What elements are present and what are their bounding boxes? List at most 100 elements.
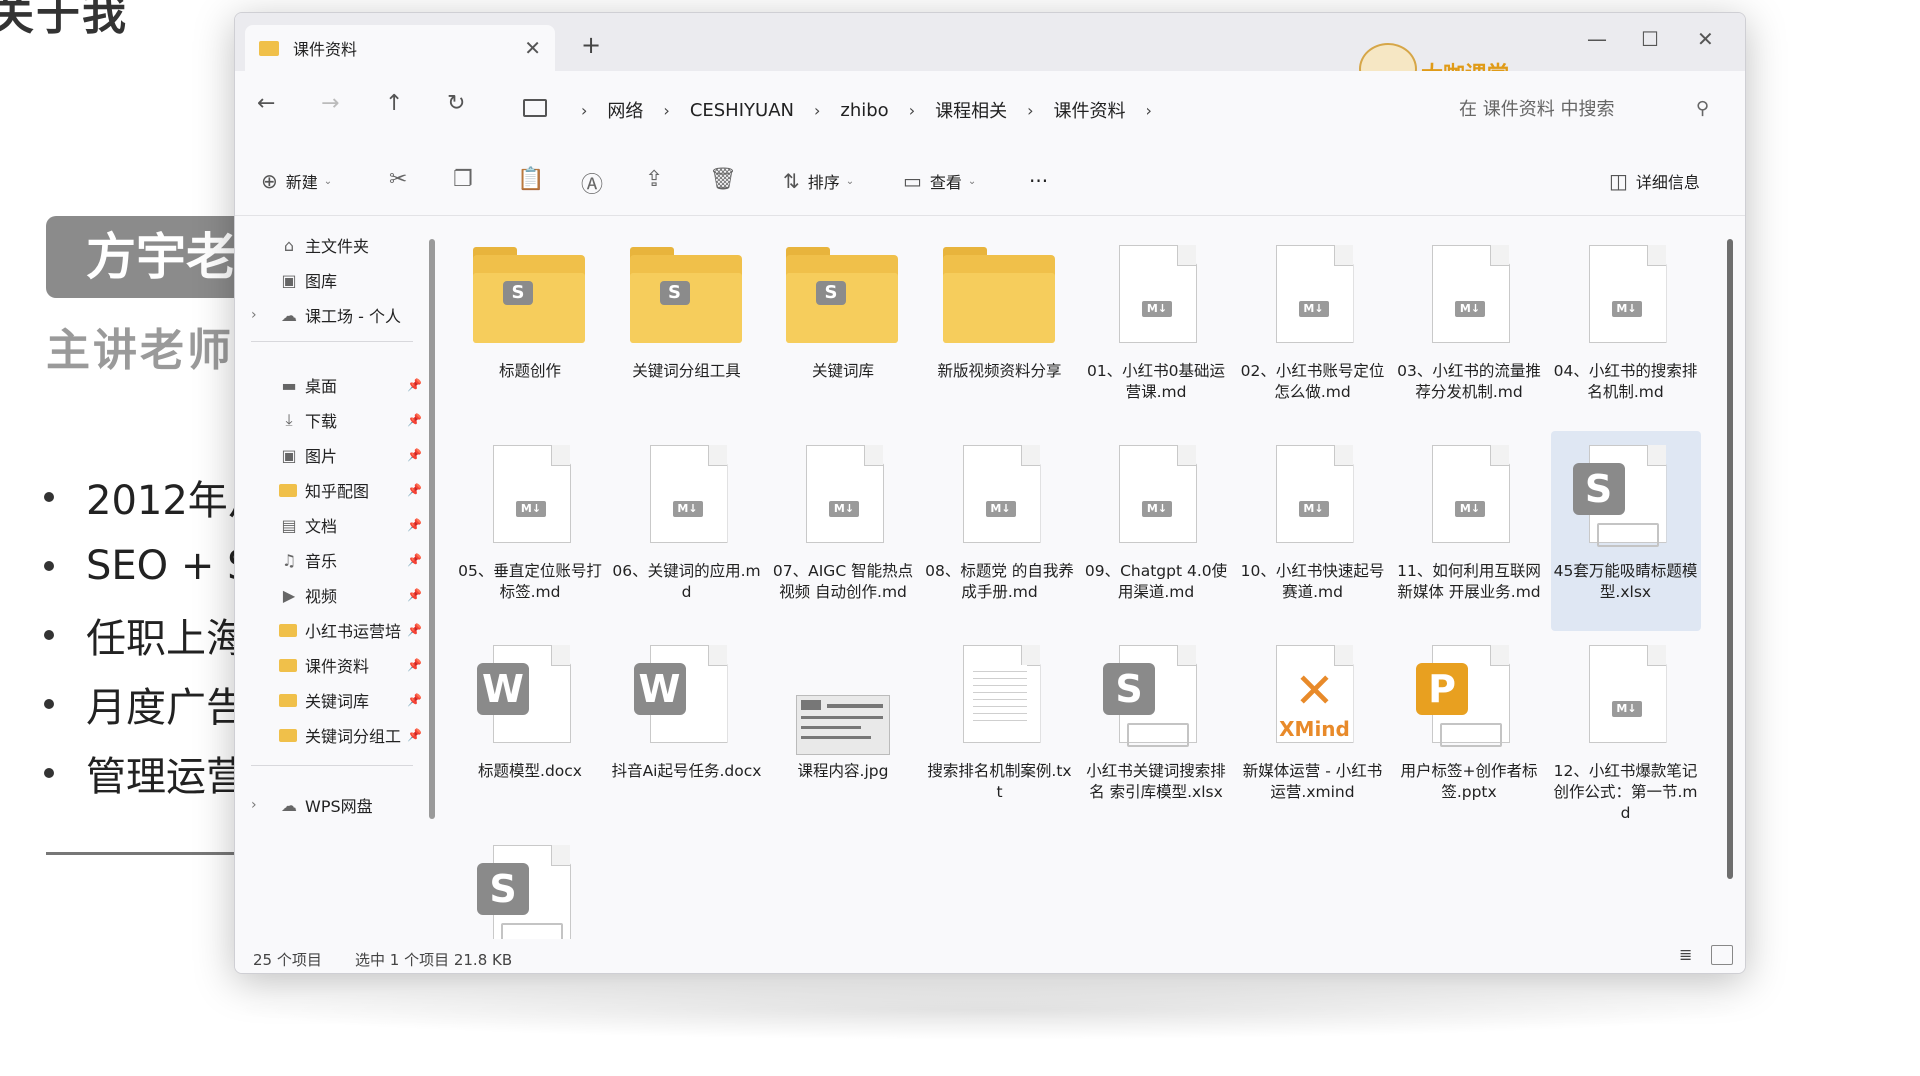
new-button[interactable]: ⊕ 新建 ⌄ [261, 169, 332, 193]
text-lines [972, 665, 1027, 725]
md-badge: M↓ [1142, 501, 1172, 517]
sidebar-item-wps-drive[interactable]: › ☁ WPS网盘 [251, 793, 429, 817]
file-item[interactable]: M↓ 10、小红书快速起号赛道.md [1238, 431, 1388, 631]
markdown-file-icon: M↓ [1569, 245, 1681, 355]
file-item[interactable]: ✕ XMind 新媒体运营 - 小红书运营.xmind [1238, 631, 1388, 831]
file-item[interactable]: M↓ 06、关键词的应用.md [612, 431, 762, 631]
file-item[interactable]: S 小红书关键词搜索排名 索引库模型.xlsx [1081, 631, 1231, 831]
address-row: ← → ↑ ↻ › 网络 › CESHIYUAN › zhibo › 课程相关 … [235, 71, 1745, 147]
details-pane-icon: ◫ [1609, 169, 1628, 193]
pin-icon: 📌 [407, 553, 422, 567]
breadcrumb-item[interactable]: 网络 [607, 97, 643, 123]
file-item[interactable]: 新版视频资料分享 [925, 231, 1075, 431]
breadcrumb-item[interactable]: 课件资料 [1054, 97, 1126, 123]
copy-icon[interactable]: ❐ [453, 167, 473, 192]
sidebar-item-pictures[interactable]: ▣ 图片 📌 [279, 443, 429, 467]
file-item[interactable]: 课程内容.jpg [768, 631, 918, 831]
rename-icon[interactable]: Ⓐ [581, 167, 603, 199]
new-tab-button[interactable]: + [581, 31, 601, 59]
refresh-button[interactable]: ↻ [447, 91, 465, 116]
sidebar-item-videos[interactable]: ▶ 视频 📌 [279, 583, 429, 607]
markdown-file-icon: M↓ [1099, 245, 1211, 355]
paste-icon[interactable]: 📋 [517, 167, 544, 192]
back-button[interactable]: ← [257, 91, 275, 116]
view-button[interactable]: ▭ 查看 ⌄ [903, 169, 976, 193]
tab-current-folder[interactable]: 课件资料 ✕ [245, 25, 555, 71]
file-item[interactable]: M↓ 09、Chatgpt 4.0使用渠道.md [1081, 431, 1231, 631]
delete-icon[interactable]: 🗑 [709, 167, 737, 192]
tab-label: 课件资料 [293, 40, 358, 59]
content-scrollbar[interactable] [1727, 239, 1733, 879]
file-item[interactable]: M↓ 05、垂直定位账号打标签.md [455, 431, 605, 631]
sidebar-item-folder[interactable]: 关键词库 📌 [279, 688, 429, 712]
breadcrumb-item[interactable]: zhibo [840, 100, 888, 121]
file-item[interactable]: W 标题模型.docx [455, 631, 605, 831]
md-badge: M↓ [829, 501, 859, 517]
file-item[interactable]: S 45套万能吸睛标题模型.xlsx [1550, 431, 1701, 631]
sidebar-item-folder[interactable]: 小红书运营培 📌 [279, 618, 429, 642]
file-item[interactable]: S 标题创作 [455, 231, 605, 431]
sidebar-item-documents[interactable]: ▤ 文档 📌 [279, 513, 429, 537]
breadcrumb-item[interactable]: CESHIYUAN [690, 100, 794, 121]
plus-circle-icon: ⊕ [261, 169, 278, 193]
view-icon: ▭ [903, 169, 922, 193]
presentation-file-icon: P [1412, 645, 1524, 755]
window-shadow [220, 980, 1760, 1040]
sheet-grid [1127, 723, 1189, 747]
sidebar-item-folder[interactable]: 关键词分组工 📌 [279, 723, 429, 747]
file-name: 关键词库 [811, 362, 874, 380]
breadcrumb-item[interactable]: 课程相关 [935, 97, 1007, 123]
file-item[interactable]: M↓ 04、小红书的搜索排名机制.md [1551, 231, 1701, 431]
sidebar-item-downloads[interactable]: ⤓ 下载 📌 [279, 408, 429, 432]
file-item[interactable]: W 抖音Ai起号任务.docx [612, 631, 762, 831]
close-tab-icon[interactable]: ✕ [524, 36, 541, 60]
file-item[interactable]: 搜索排名机制案例.txt [925, 631, 1075, 831]
page-fold [707, 645, 727, 666]
file-item[interactable]: M↓ 07、AIGC 智能热点视频 自动创作.md [768, 431, 918, 631]
up-button[interactable]: ↑ [385, 91, 403, 116]
desktop-icon: ▬ [281, 375, 297, 395]
file-item[interactable]: M↓ 03、小红书的流量推荐分发机制.md [1394, 231, 1544, 431]
sidebar-item-music[interactable]: ♫ 音乐 📌 [279, 548, 429, 572]
file-name: 新媒体运营 - 小红书运营.xmind [1242, 762, 1383, 801]
file-item[interactable]: M↓ 01、小红书0基础运营课.md [1081, 231, 1231, 431]
file-item[interactable]: M↓ 11、如何利用互联网新媒体 开展业务.md [1394, 431, 1544, 631]
page-fold [551, 645, 570, 666]
details-label: 详细信息 [1635, 173, 1700, 192]
file-item[interactable]: S [455, 831, 605, 939]
search-placeholder: 在 课件资料 中搜索 [1459, 99, 1615, 120]
sidebar-item-folder[interactable]: 课件资料 📌 [279, 653, 429, 677]
sidebar-item-cloud[interactable]: › ☁ 课工场 - 个人 [251, 303, 429, 327]
computer-icon[interactable] [523, 99, 547, 117]
cut-icon[interactable]: ✂ [389, 167, 407, 192]
file-item[interactable]: M↓ 08、标题党 的自我养成手册.md [925, 431, 1075, 631]
sort-button[interactable]: ⇅ 排序 ⌄ [783, 169, 854, 193]
maximize-button[interactable]: ☐ [1641, 27, 1659, 51]
details-view-icon[interactable]: ≣ [1679, 945, 1699, 964]
file-item[interactable]: M↓ 02、小红书账号定位怎么做.md [1238, 231, 1388, 431]
pin-icon: 📌 [407, 448, 422, 462]
large-icons-view-icon[interactable] [1711, 945, 1733, 965]
file-item[interactable]: S 关键词分组工具 [612, 231, 762, 431]
folder-icon [279, 693, 297, 707]
sidebar-item-home[interactable]: ⌂ 主文件夹 [279, 233, 429, 257]
sidebar-item-folder[interactable]: 知乎配图 📌 [279, 478, 429, 502]
share-icon[interactable]: ⇪ [645, 167, 663, 192]
minimize-button[interactable]: — [1587, 27, 1607, 51]
close-window-button[interactable]: ✕ [1697, 27, 1714, 51]
file-item[interactable]: S 关键词库 [768, 231, 918, 431]
details-pane-button[interactable]: ◫ 详细信息 [1609, 169, 1700, 193]
more-options-button[interactable]: ··· [1029, 169, 1048, 193]
expand-chevron-icon[interactable]: › [251, 797, 257, 813]
sort-icon: ⇅ [783, 169, 800, 193]
file-item[interactable]: P 用户标签+创作者标签.pptx [1394, 631, 1544, 831]
navigation-pane: ⌂ 主文件夹 ▣ 图库 › ☁ 课工场 - 个人 ▬ 桌面 📌 ⤓ 下载 📌 ▣ 图片 📌 知乎配图… [235, 217, 431, 939]
expand-chevron-icon[interactable]: › [251, 307, 257, 323]
sidebar-item-desktop[interactable]: ▬ 桌面 📌 [279, 373, 429, 397]
sidebar-scrollbar[interactable] [429, 239, 435, 819]
file-item[interactable]: M↓ 12、小红书爆款笔记创作公式：第一节.md [1551, 631, 1701, 831]
forward-button[interactable]: → [321, 91, 339, 116]
markdown-file-icon: M↓ [1569, 645, 1681, 755]
search-input[interactable]: 在 课件资料 中搜索 ⚲ [1389, 89, 1723, 127]
sidebar-item-gallery[interactable]: ▣ 图库 [279, 268, 429, 292]
